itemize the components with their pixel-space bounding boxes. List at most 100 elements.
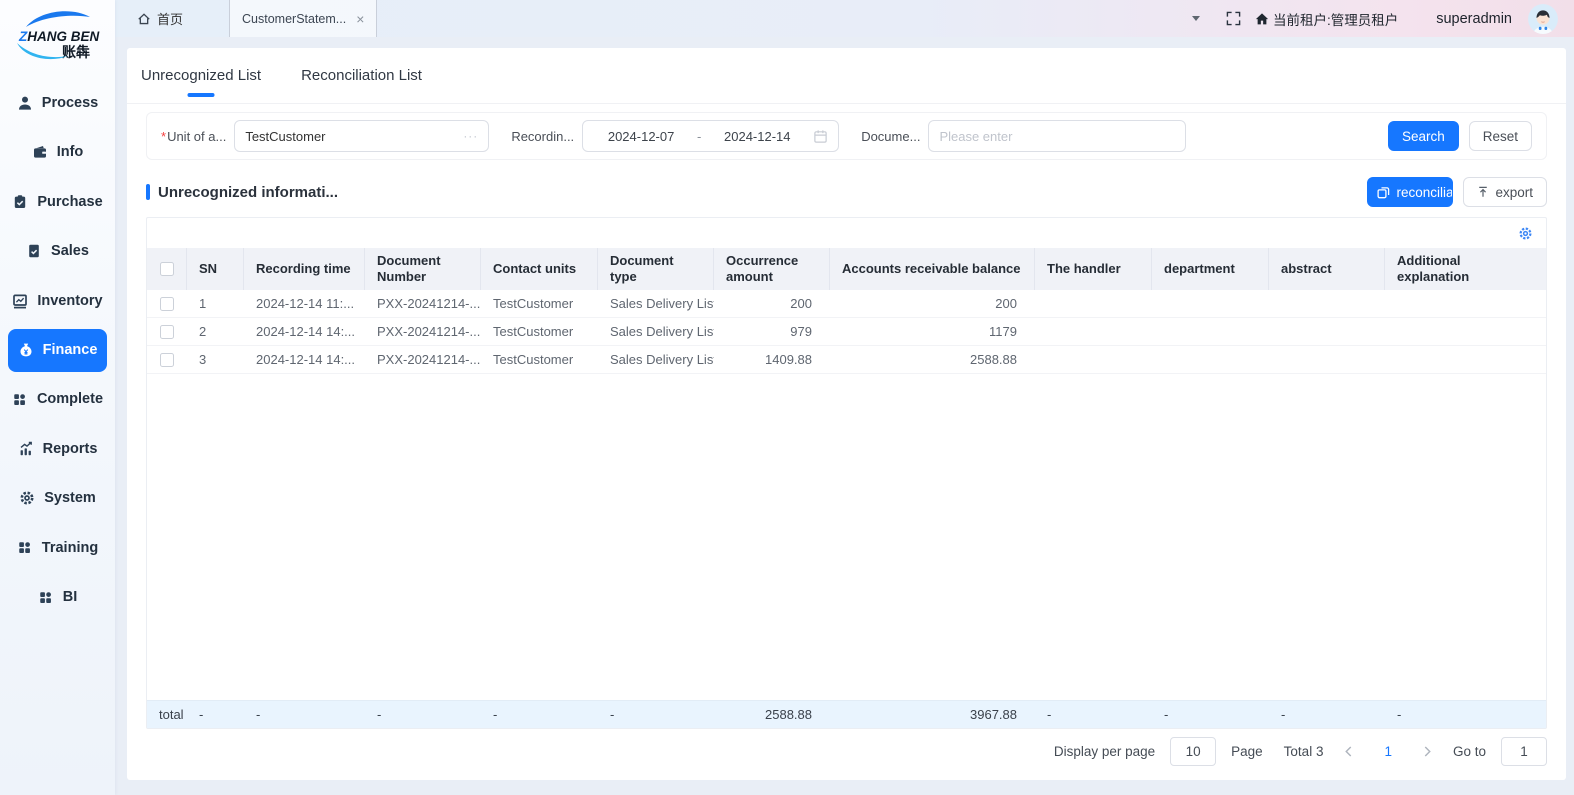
cell-recording-time: 2024-12-14 11:... xyxy=(244,290,365,317)
tab-unrecognized-list[interactable]: Unrecognized List xyxy=(141,48,261,103)
svg-text:ZHANG BEN: ZHANG BEN xyxy=(18,29,100,44)
sidebar-item-purchase[interactable]: Purchase xyxy=(0,177,115,227)
unit-select[interactable]: TestCustomer ··· xyxy=(234,120,489,152)
recording-time-range-picker[interactable]: 2024-12-07 - 2024-12-14 xyxy=(582,120,839,152)
sidebar-item-inventory[interactable]: Inventory xyxy=(0,276,115,326)
sidebar-item-training[interactable]: Training xyxy=(0,523,115,573)
document-number-input[interactable] xyxy=(928,120,1186,152)
col-occurrence-amount: Occurrence amount xyxy=(714,248,830,290)
select-all-checkbox[interactable] xyxy=(160,262,174,276)
cell-balance: 1179 xyxy=(830,318,1035,345)
date-end[interactable]: 2024-12-14 xyxy=(709,129,805,144)
cell-balance: 200 xyxy=(830,290,1035,317)
open-tab-customer-statement[interactable]: CustomerStatem... × xyxy=(229,0,377,37)
display-per-page-label: Display per page xyxy=(1054,744,1155,759)
reconciliation-button[interactable]: reconciliatio xyxy=(1367,177,1453,207)
total-handler: - xyxy=(1035,701,1152,728)
gear-icon xyxy=(19,490,35,506)
total-occurrence-amount: 2588.88 xyxy=(714,701,830,728)
column-settings-gear-icon[interactable] xyxy=(1518,226,1533,241)
row-checkbox[interactable] xyxy=(160,297,174,311)
reconcile-icon xyxy=(1377,186,1390,199)
section-accent-bar xyxy=(146,184,150,200)
cell-additional xyxy=(1385,346,1546,373)
pagination: Display per page Page Total 3 1 Go to xyxy=(146,729,1547,773)
page-size-input[interactable] xyxy=(1170,737,1216,766)
cell-additional xyxy=(1385,318,1546,345)
sidebar-item-complete[interactable]: Complete xyxy=(0,375,115,425)
cell-occurrence-amount: 979 xyxy=(714,318,830,345)
row-checkbox[interactable] xyxy=(160,353,174,367)
home-filled-icon xyxy=(1255,12,1269,26)
tab-reconciliation-list[interactable]: Reconciliation List xyxy=(301,48,422,103)
chart-box-icon xyxy=(12,293,28,309)
sidebar-item-sales[interactable]: Sales xyxy=(0,227,115,277)
username[interactable]: superadmin xyxy=(1436,11,1512,27)
page-tabs: Unrecognized List Reconciliation List xyxy=(127,48,1566,104)
chevron-down-icon[interactable] xyxy=(1192,16,1200,21)
sidebar-item-finance[interactable]: Finance xyxy=(8,329,107,372)
avatar[interactable] xyxy=(1528,4,1558,34)
breadcrumb-home[interactable]: 首页 xyxy=(137,9,183,28)
sidebar-item-label: Training xyxy=(42,540,98,556)
cell-department xyxy=(1152,290,1269,317)
cell-contact-units: TestCustomer xyxy=(481,318,598,345)
fullscreen-icon[interactable] xyxy=(1226,11,1241,26)
sidebar-item-label: Info xyxy=(57,144,84,160)
total-additional: - xyxy=(1385,701,1546,728)
cell-abstract xyxy=(1269,290,1385,317)
cell-handler xyxy=(1035,318,1152,345)
reset-button[interactable]: Reset xyxy=(1469,121,1532,151)
next-page-icon[interactable] xyxy=(1417,746,1438,757)
sidebar-item-info[interactable]: Info xyxy=(0,128,115,178)
export-button[interactable]: export xyxy=(1463,177,1547,207)
total-document-type: - xyxy=(598,701,714,728)
current-page[interactable]: 1 xyxy=(1374,744,1402,759)
sidebar-item-label: Sales xyxy=(51,243,89,259)
table-empty-space xyxy=(147,374,1546,700)
row-checkbox[interactable] xyxy=(160,325,174,339)
cell-sn: 1 xyxy=(187,290,244,317)
sidebar-item-label: BI xyxy=(63,589,78,605)
search-button[interactable]: Search xyxy=(1388,121,1459,151)
calendar-icon xyxy=(813,129,828,144)
date-start[interactable]: 2024-12-07 xyxy=(593,129,689,144)
col-document-type: Document type xyxy=(598,248,714,290)
total-sn: - xyxy=(187,701,244,728)
cell-document-type: Sales Delivery List xyxy=(598,318,714,345)
col-document-number: Document Number xyxy=(365,248,481,290)
select-all-checkbox-cell xyxy=(147,248,187,290)
total-abstract: - xyxy=(1269,701,1385,728)
table-row: 2 2024-12-14 14:... PXX-20241214-... Tes… xyxy=(147,318,1546,346)
sidebar-item-reports[interactable]: Reports xyxy=(0,424,115,474)
total-document-number: - xyxy=(365,701,481,728)
prev-page-icon[interactable] xyxy=(1338,746,1359,757)
cell-abstract xyxy=(1269,346,1385,373)
current-tenant: 当前租户:管理员租户 xyxy=(1255,9,1398,29)
cell-handler xyxy=(1035,346,1152,373)
brand-logo: ZHANG BEN 账犇 xyxy=(0,0,115,78)
total-balance: 3967.88 xyxy=(830,701,1035,728)
sidebar-item-label: Purchase xyxy=(37,194,102,210)
section-title: Unrecognized informati... xyxy=(158,184,338,201)
table-total-row: total - - - - - 2588.88 3967.88 - - - - xyxy=(147,700,1546,728)
sidebar-item-bi[interactable]: BI xyxy=(0,573,115,623)
sidebar-item-process[interactable]: Process xyxy=(0,78,115,128)
recording-time-label: Recordin... xyxy=(511,129,574,144)
close-icon[interactable]: × xyxy=(356,12,364,26)
filter-bar: *Unit of a... TestCustomer ··· Recordin.… xyxy=(146,112,1547,160)
col-abstract: abstract xyxy=(1269,248,1385,290)
cell-department xyxy=(1152,346,1269,373)
total-contact-units: - xyxy=(481,701,598,728)
total-count-label: Total 3 xyxy=(1284,744,1324,759)
cell-document-number: PXX-20241214-... xyxy=(365,346,481,373)
table-row: 3 2024-12-14 14:... PXX-20241214-... Tes… xyxy=(147,346,1546,374)
sidebar-item-system[interactable]: System xyxy=(0,474,115,524)
tenant-label: 当前租户:管理员租户 xyxy=(1273,9,1398,29)
main-panel: Unrecognized List Reconciliation List *U… xyxy=(127,48,1566,780)
unrecognized-table: SN Recording time Document Number Contac… xyxy=(146,217,1547,729)
goto-page-input[interactable] xyxy=(1501,737,1547,766)
sidebar-item-label: Complete xyxy=(37,391,103,407)
cell-occurrence-amount: 1409.88 xyxy=(714,346,830,373)
goto-label: Go to xyxy=(1453,744,1486,759)
